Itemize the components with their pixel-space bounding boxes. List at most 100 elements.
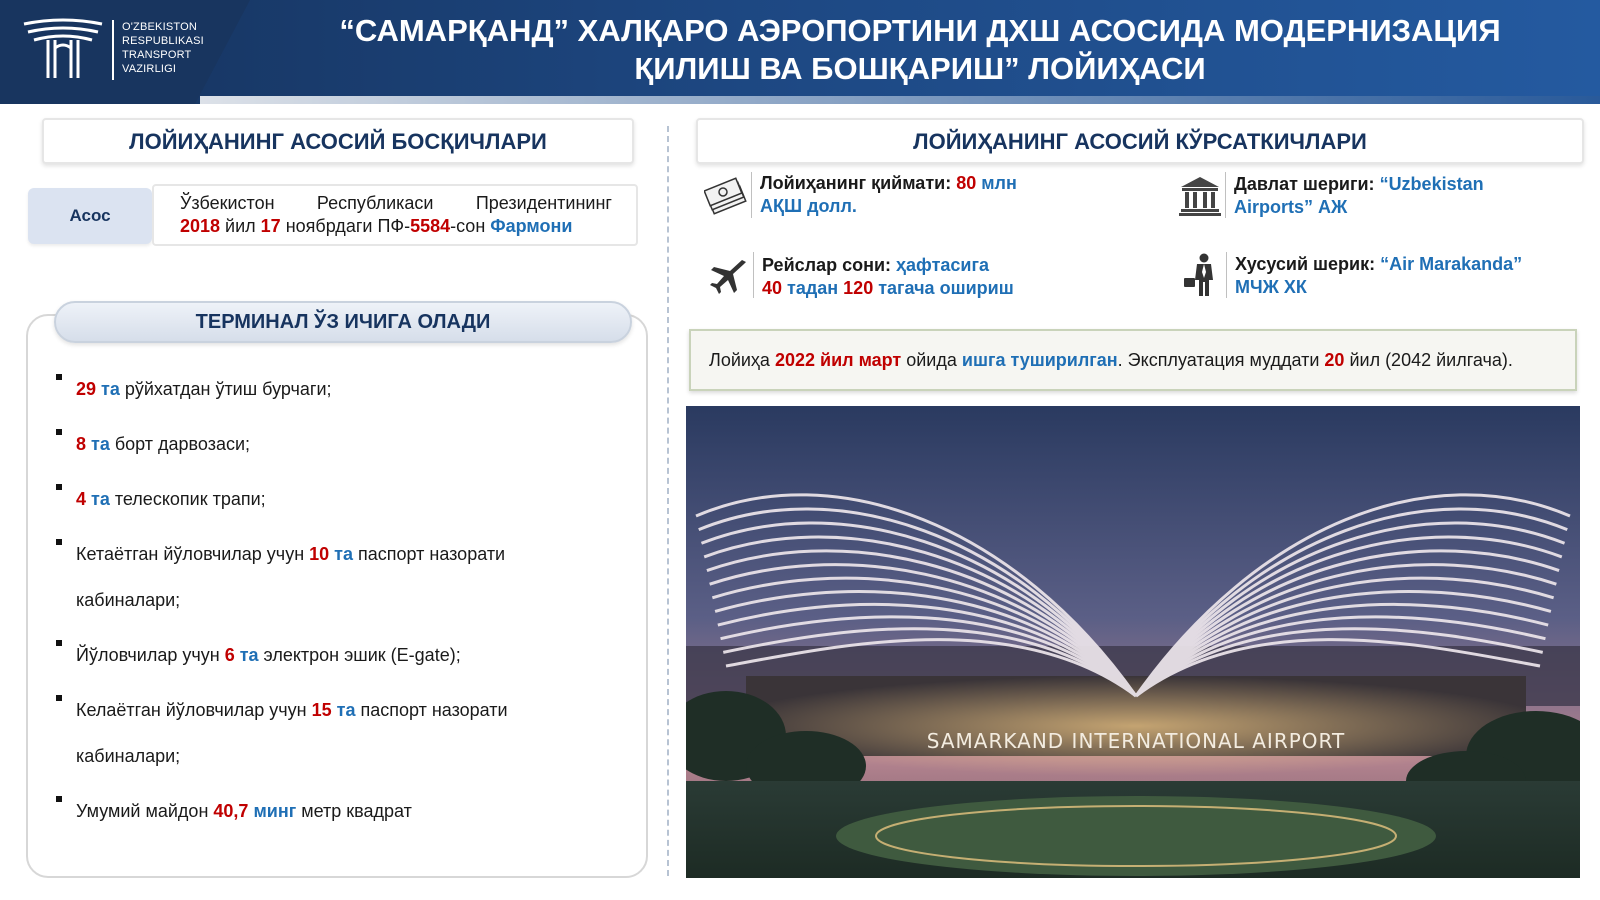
terminal-list: 29 та рўйхатдан ўтиш бурчаги; 8 та борт … bbox=[56, 366, 616, 843]
item-text: паспорт назорати bbox=[353, 544, 506, 564]
money-icon bbox=[704, 177, 747, 215]
basis-text-2: ноябрдаги ПФ- bbox=[280, 216, 411, 236]
item-pre: Йўловчилар учун bbox=[76, 645, 225, 665]
list-item: Умумий майдон 40,7 минг метр квадрат bbox=[56, 788, 616, 843]
logo-separator bbox=[112, 20, 114, 80]
item-pre: Умумий майдон bbox=[76, 801, 214, 821]
item-text: электрон эшик (E-gate); bbox=[258, 645, 461, 665]
businessman-icon bbox=[1184, 253, 1213, 296]
item-unit: минг bbox=[248, 801, 297, 821]
item-unit: та bbox=[86, 489, 110, 509]
private-partner-value: “Air Marakanda” bbox=[1380, 254, 1523, 274]
list-item: 29 та рўйхатдан ўтиш бурчаги; bbox=[56, 366, 616, 421]
launch-status: ишга туширилган bbox=[961, 350, 1118, 370]
indicator-separator bbox=[1225, 172, 1226, 218]
item-text: телескопик трапи; bbox=[109, 489, 266, 509]
indicator-cost: Лойиҳанинг қиймати: 80 млн АҚШ долл. bbox=[760, 172, 1017, 218]
launch-text-3: . Эксплуатация муддати bbox=[1117, 350, 1325, 370]
basis-text-3: -сон bbox=[450, 216, 491, 236]
airport-signage: SAMARKAND INTERNATIONAL AIRPORT bbox=[927, 729, 1345, 753]
basis-number: 5584 bbox=[410, 216, 451, 236]
private-partner-value-line2: МЧЖ ХК bbox=[1235, 277, 1307, 297]
title-line-1: “САМАРҚАНД” ХАЛҚАРО АЭРОПОРТИНИ ДХШ АСОС… bbox=[339, 13, 1501, 48]
logo-line-2: RESPUBLIKASI bbox=[122, 35, 204, 47]
item-text: метр квадрат bbox=[296, 801, 412, 821]
item-unit: та bbox=[234, 645, 259, 665]
airport-render-image: SAMARKAND INTERNATIONAL AIRPORT bbox=[686, 406, 1580, 878]
list-item: Йўловчилар учун 6 та электрон эшик (E-ga… bbox=[56, 632, 616, 687]
flights-from: 40 bbox=[762, 278, 783, 298]
item-number: 29 bbox=[76, 379, 97, 399]
flights-label: Рейслар сони: bbox=[762, 255, 897, 275]
government-building-icon bbox=[1179, 177, 1221, 216]
basis-word-2: Республикаси bbox=[316, 193, 434, 213]
state-partner-value-line2: Airports” АЖ bbox=[1234, 197, 1348, 217]
indicator-private-partner: Хусусий шерик: “Air Marakanda” МЧЖ ХК bbox=[1235, 253, 1522, 299]
logo-text: O'ZBEKISTON RESPUBLIKASI TRANSPORT VAZIR… bbox=[122, 20, 204, 76]
item-number: 15 bbox=[311, 700, 332, 720]
basis-decree: Фармони bbox=[490, 216, 573, 236]
item-number: 40,7 bbox=[213, 801, 249, 821]
item-text: борт дарвозаси; bbox=[109, 434, 251, 454]
item-unit: та bbox=[96, 379, 120, 399]
title-line-2: ҚИЛИШ ВА БОШҚАРИШ” ЛОЙИҲАСИ bbox=[634, 51, 1206, 86]
item-text: рўйхатдан ўтиш бурчаги; bbox=[119, 379, 332, 399]
indicator-separator bbox=[1226, 252, 1227, 298]
launch-text-1: Лойиҳа bbox=[709, 350, 775, 370]
flights-value: ҳафтасига bbox=[896, 255, 989, 275]
item-pre: Келаётган йўловчилар учун bbox=[76, 700, 312, 720]
item-text-line2: кабиналари; bbox=[76, 590, 181, 610]
private-partner-label: Хусусий шерик: bbox=[1235, 254, 1381, 274]
flights-to: 120 bbox=[843, 278, 874, 298]
indicators-heading: ЛОЙИҲАНИНГ АСОСИЙ КЎРСАТКИЧЛАРИ bbox=[696, 118, 1584, 164]
item-unit: та bbox=[331, 700, 356, 720]
basis-day: 17 bbox=[260, 216, 281, 236]
item-number: 6 bbox=[224, 645, 235, 665]
flights-text-2: тагача ошириш bbox=[873, 278, 1014, 298]
cost-currency: АҚШ долл. bbox=[760, 196, 857, 216]
item-unit: та bbox=[329, 544, 353, 564]
airplane-icon bbox=[710, 260, 746, 294]
launch-info-box: Лойиҳа 2022 йил март ойида ишга туширилг… bbox=[689, 329, 1577, 391]
list-item: Кетаётган йўловчилар учун 10 та паспорт … bbox=[56, 531, 616, 632]
basis-text-1: йил bbox=[220, 216, 261, 236]
header-accent-strip bbox=[200, 96, 1600, 104]
transport-ministry-logo-icon bbox=[23, 18, 103, 78]
page-title: “САМАРҚАНД” ХАЛҚАРО АЭРОПОРТИНИ ДХШ АСОС… bbox=[270, 12, 1570, 88]
logo-line-1: O'ZBEKISTON bbox=[122, 21, 197, 33]
basis-word-1: Ўзбекистон bbox=[180, 193, 275, 213]
indicator-separator bbox=[751, 172, 752, 218]
item-text-line2: кабиналари; bbox=[76, 746, 181, 766]
basis-text: Ўзбекистон Республикаси Президентининг 2… bbox=[152, 184, 638, 246]
logo-line-3: TRANSPORT bbox=[122, 49, 192, 61]
state-partner-label: Давлат шериги: bbox=[1234, 174, 1380, 194]
item-number: 4 bbox=[76, 489, 87, 509]
stages-heading: ЛОЙИҲАНИНГ АСОСИЙ БОСҚИЧЛАРИ bbox=[42, 118, 634, 164]
basis-label: Асос bbox=[28, 188, 152, 244]
item-text: паспорт назорати bbox=[355, 700, 508, 720]
cost-value: 80 bbox=[956, 173, 977, 193]
launch-date: 2022 йил март bbox=[774, 350, 902, 370]
list-item: 8 та борт дарвозаси; bbox=[56, 421, 616, 476]
list-item: 4 та телескопик трапи; bbox=[56, 476, 616, 531]
flights-text-1: тадан bbox=[782, 278, 844, 298]
indicator-state-partner: Давлат шериги: “Uzbekistan Airports” АЖ bbox=[1234, 173, 1484, 219]
column-divider bbox=[667, 126, 669, 876]
basis-word-3: Президентининг bbox=[475, 193, 612, 213]
item-number: 8 bbox=[76, 434, 87, 454]
item-pre: Кетаётган йўловчилар учун bbox=[76, 544, 310, 564]
launch-text-2: ойида bbox=[901, 350, 962, 370]
item-unit: та bbox=[86, 434, 110, 454]
launch-text-4: йил (2042 йилгача). bbox=[1344, 350, 1513, 370]
logo-line-4: VAZIRLIGI bbox=[122, 63, 177, 75]
indicator-separator bbox=[753, 252, 754, 298]
launch-years: 20 bbox=[1324, 350, 1345, 370]
indicator-flights: Рейслар сони: ҳафтасига 40 тадан 120 таг… bbox=[762, 254, 1014, 300]
state-partner-value: “Uzbekistan bbox=[1379, 174, 1484, 194]
item-number: 10 bbox=[309, 544, 330, 564]
basis-year: 2018 bbox=[180, 216, 221, 236]
terminal-heading: ТЕРМИНАЛ ЎЗ ИЧИГА ОЛАДИ bbox=[54, 301, 632, 343]
list-item: Келаётган йўловчилар учун 15 та паспорт … bbox=[56, 687, 616, 788]
cost-label: Лойиҳанинг қиймати: bbox=[760, 173, 957, 193]
cost-unit: млн bbox=[976, 173, 1017, 193]
